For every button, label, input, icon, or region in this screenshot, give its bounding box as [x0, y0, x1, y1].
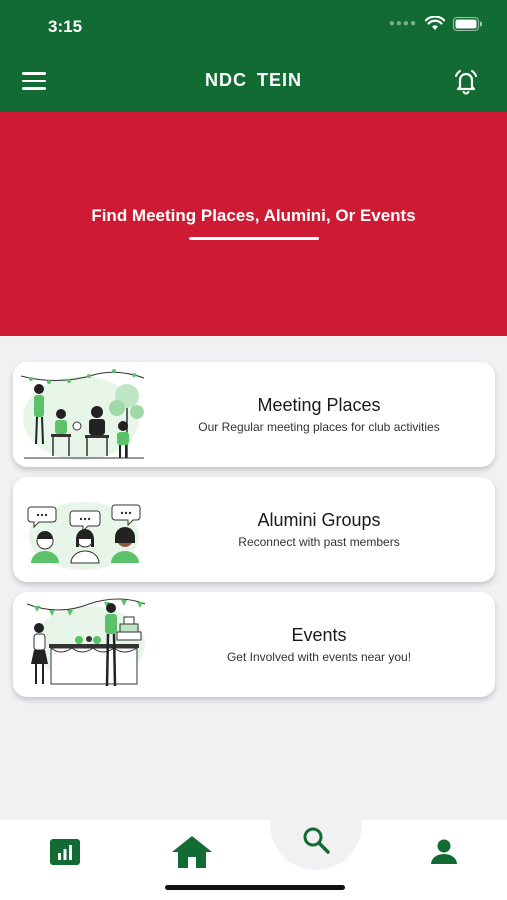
home-indicator — [165, 885, 345, 890]
alumini-groups-illustration — [27, 502, 141, 570]
person-icon — [431, 839, 457, 864]
events-illustration — [26, 598, 146, 687]
events-text: Events Get Involved with events near you… — [143, 592, 495, 697]
card-subtitle: Get Involved with events near you! — [226, 650, 412, 664]
search-icon — [303, 827, 330, 854]
events-card[interactable]: Events Get Involved with events near you… — [13, 592, 495, 697]
nav-search[interactable] — [296, 822, 336, 858]
app-bar: NDC TEIN — [0, 50, 507, 112]
meeting-places-card[interactable]: Meeting Places Our Regular meeting place… — [13, 362, 495, 467]
meeting-places-text: Meeting Places Our Regular meeting place… — [143, 362, 495, 467]
alumini-groups-card[interactable]: Alumini Groups Reconnect with past membe… — [13, 477, 495, 582]
alumini-groups-text: Alumini Groups Reconnect with past membe… — [143, 477, 495, 582]
card-subtitle: Our Regular meeting places for club acti… — [198, 420, 440, 434]
status-time: 3:15 — [48, 17, 83, 36]
signal-icon: ●●●● — [388, 18, 417, 29]
hero-banner: Find Meeting Places, Alumini, Or Events — [0, 112, 507, 336]
nav-stats[interactable] — [45, 834, 85, 870]
app-title: NDC TEIN — [205, 70, 302, 90]
hero-title: Find Meeting Places, Alumini, Or Events — [91, 206, 416, 225]
card-title: Events — [291, 625, 347, 645]
battery-icon — [453, 16, 482, 31]
meeting-places-illustration — [20, 369, 145, 460]
nav-home[interactable] — [170, 834, 214, 870]
nav-profile[interactable] — [424, 834, 464, 870]
hero-underline — [189, 237, 319, 240]
card-title: Meeting Places — [257, 395, 381, 415]
status-bar: 3:15 ●●●● — [0, 0, 507, 50]
card-title: Alumini Groups — [257, 510, 381, 530]
wifi-icon — [425, 16, 445, 30]
card-subtitle: Reconnect with past members — [238, 535, 400, 549]
bottom-navigation — [0, 810, 507, 900]
notification-bell-icon[interactable] — [451, 68, 481, 96]
home-icon — [172, 836, 212, 868]
stats-icon — [50, 839, 80, 865]
status-icons: ●●●● — [389, 16, 483, 31]
